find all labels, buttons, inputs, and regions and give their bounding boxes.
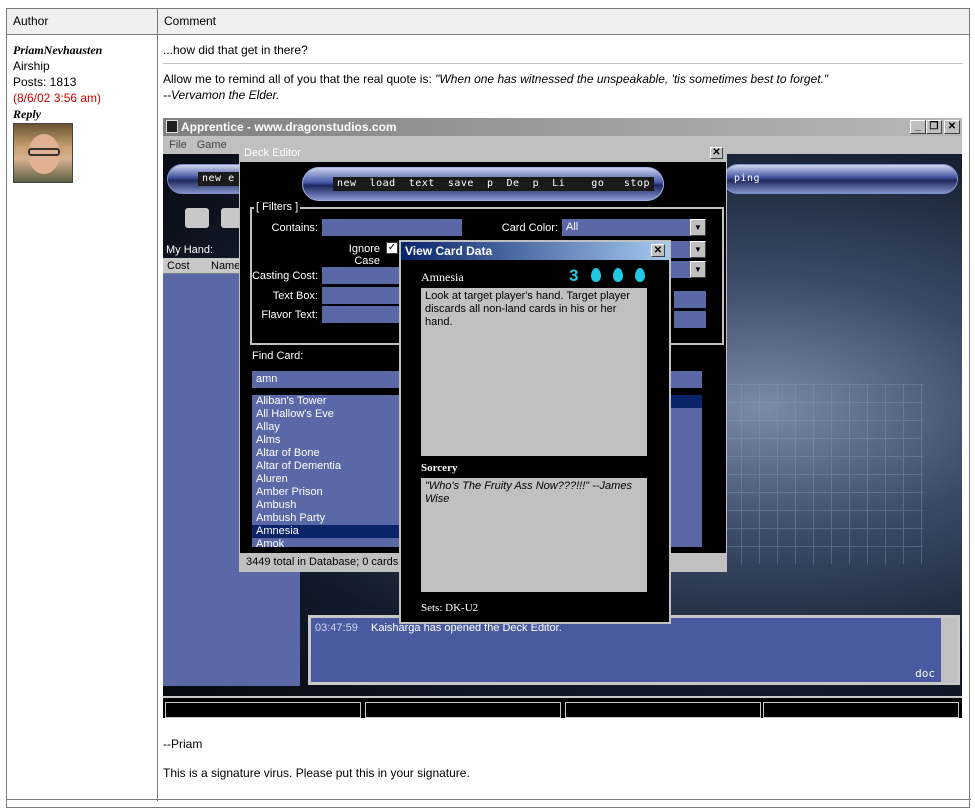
mana-cost-generic: 3 [569,266,579,285]
quote-text: "When one has witnessed the unspeakable,… [435,72,829,86]
post-signature: This is a signature virus. Please put th… [163,766,470,780]
list-item[interactable]: Altar of Bone [252,447,402,460]
bottom-status-bar [163,696,962,718]
avatar [13,123,73,183]
status-segment-2 [365,702,561,718]
chat-log[interactable]: 03:47:59 Kaisharga has opened the Deck E… [308,615,960,685]
contains-input[interactable] [322,219,462,236]
contains-label: Contains: [271,222,318,234]
post-date: (8/6/02 3:56 am) [13,91,102,105]
list-item-selected[interactable]: Amnesia [252,525,402,538]
log-timestamp: 03:47:59 [315,622,358,634]
view-card-close-icon[interactable]: ✕ [651,244,665,257]
post-quote-line: Allow me to remind all of you that the r… [163,72,963,86]
my-hand-label: My Hand: [166,244,214,256]
casting-cost-label: Casting Cost: [251,270,318,282]
apprentice-screenshot: Apprentice - www.dragonstudios.com _ ❐ ✕… [163,118,962,718]
list-item[interactable]: Ambush [252,499,402,512]
apprentice-title-bar: Apprentice - www.dragonstudios.com [163,118,962,136]
author-name[interactable]: PriamNevhausten [13,43,102,58]
filter-field-right-1[interactable] [674,291,706,308]
water-drop-icon [613,268,623,282]
deck-editor-toolbar-buttons[interactable]: new load text save p De p Li go stop [333,177,654,191]
status-segment-4 [763,702,959,718]
water-drop-icon [591,268,601,282]
log-tail: doc [915,667,935,680]
top-toolbar-right: ping [723,164,958,194]
chevron-down-icon[interactable]: ▼ [690,219,706,236]
list-item[interactable]: Amok [252,538,402,547]
background-grid [723,384,923,564]
filter-field-right-2[interactable] [674,311,706,328]
find-card-label: Find Card: [252,350,304,362]
app-icon [166,120,178,133]
card-database-list[interactable]: Aliban's Tower All Hallow's Eve Allay Al… [252,395,402,547]
view-card-data-title: View Card Data [401,242,669,260]
library-icon[interactable] [185,208,209,228]
list-item[interactable]: Aluren [252,473,402,486]
chevron-down-icon[interactable]: ▼ [690,241,706,258]
list-item[interactable]: Altar of Dementia [252,460,402,473]
ignore-case-label: Ignore Case [348,243,380,267]
card-name: Amnesia [421,270,464,284]
text-box-input[interactable] [322,287,402,304]
restore-icon[interactable]: ❐ [926,120,942,134]
card-rules-text: Look at target player's hand. Target pla… [421,288,647,456]
toolbar-left-label[interactable]: new e [198,172,239,186]
author-post-count: Posts: 1813 [13,75,77,89]
deck-editor-close-icon[interactable]: ✕ [710,147,723,159]
post-line-1: ...how did that get in there? [163,43,308,57]
card-flavor-text: "Who's The Fruity Ass Now???!!!" --James… [421,478,647,592]
water-drop-icon [635,268,645,282]
card-color-label: Card Color: [501,222,558,234]
hand-col-cost[interactable]: Cost [167,258,190,274]
status-segment-3 [565,702,761,718]
avatar-glasses [28,148,60,156]
list-item[interactable]: Alms [252,434,402,447]
chevron-down-icon[interactable]: ▼ [690,261,706,278]
deck-editor-title: Deck Editor [240,145,726,162]
comment-column-header: Comment [158,9,969,35]
deck-editor-toolbar: new load text save p De p Li go stop [302,167,664,201]
list-item[interactable]: Aliban's Tower [252,395,402,408]
ignore-case-checkbox[interactable]: ✓ [386,242,398,254]
text-box-label: Text Box: [272,290,318,302]
filters-label: [ Filters ] [254,201,301,213]
list-item[interactable]: All Hallow's Eve [252,408,402,421]
card-sets: Sets: DK-U2 [421,602,479,614]
card-color-value: All [566,221,579,233]
view-card-data-window: View Card Data ✕ Amnesia 3 Look at targe… [399,240,671,624]
list-item[interactable]: Ambush Party [252,512,402,525]
author-column-header: Author [7,9,157,35]
flavor-text-label: Flavor Text: [261,309,318,321]
hand-col-name[interactable]: Name [211,258,240,274]
reply-link[interactable]: Reply [13,107,41,122]
column-divider [157,9,158,801]
close-icon[interactable]: ✕ [944,120,960,134]
casting-cost-input[interactable] [322,267,402,284]
card-type: Sorcery [421,462,458,474]
post-signoff: --Priam [163,737,203,751]
list-item[interactable]: Amber Prison [252,486,402,499]
status-segment-1 [165,702,361,718]
row-divider [7,799,971,800]
author-location: Airship [13,59,50,73]
post-separator [163,63,963,64]
menu-file[interactable]: File [169,139,187,151]
card-color-select[interactable]: All ▼ [562,219,706,236]
quote-attribution: --Vervamon the Elder. [163,88,280,102]
quote-intro: Allow me to remind all of you that the r… [163,72,436,86]
minimize-icon[interactable]: _ [910,120,926,134]
log-scrollbar[interactable] [941,618,957,682]
flavor-text-input[interactable] [322,306,402,323]
toolbar-right-label[interactable]: ping [730,172,764,186]
menu-game[interactable]: Game [197,139,227,151]
list-item[interactable]: Allay [252,421,402,434]
